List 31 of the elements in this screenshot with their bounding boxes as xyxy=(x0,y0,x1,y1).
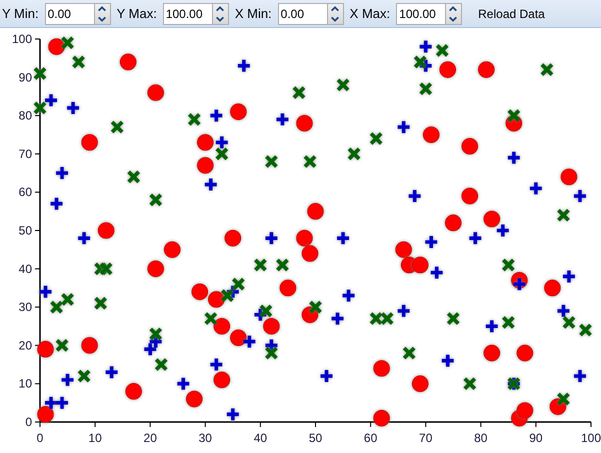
field-label: X Max: xyxy=(350,4,390,23)
x-tick-label: 20 xyxy=(144,431,157,445)
y-tick-label: 90 xyxy=(18,70,32,84)
x-tick-label: 30 xyxy=(198,431,212,445)
x-tick-label: 70 xyxy=(419,431,432,445)
y-tick-label: 0 xyxy=(25,415,32,429)
number-field[interactable]: 0.00 xyxy=(278,2,328,24)
x-tick-label: 50 xyxy=(308,431,322,445)
x-tick-label: 90 xyxy=(529,431,543,445)
y-tick-label: 10 xyxy=(18,376,32,391)
x-tick-label: 40 xyxy=(254,431,268,445)
x-tick-label: 0 xyxy=(36,431,44,445)
x-tick-label: 80 xyxy=(474,431,488,445)
field-label: X Min: xyxy=(234,4,272,23)
y-tick-label: 40 xyxy=(18,262,32,276)
x-tick-label: 60 xyxy=(364,431,378,445)
y-tick-label: 100 xyxy=(12,32,32,46)
y-tick-label: 30 xyxy=(18,300,32,314)
y-tick-label: 60 xyxy=(18,185,32,200)
number-field[interactable]: 100.00 xyxy=(162,2,213,24)
y-tick-label: 70 xyxy=(18,146,32,161)
x-tick-label: 10 xyxy=(88,431,102,445)
x-tick-label: 100 xyxy=(580,431,601,445)
y-tick-label: 50 xyxy=(18,224,32,238)
y-tick-label: 20 xyxy=(18,338,32,352)
field-label: Y Min: xyxy=(2,4,39,23)
number-field[interactable]: 0.00 xyxy=(44,2,95,24)
number-field[interactable]: 100.00 xyxy=(396,2,446,24)
y-tick-label: 80 xyxy=(18,108,32,123)
reload-data-button[interactable]: Reload Data xyxy=(472,2,551,24)
field-label: Y Max: xyxy=(116,4,157,23)
